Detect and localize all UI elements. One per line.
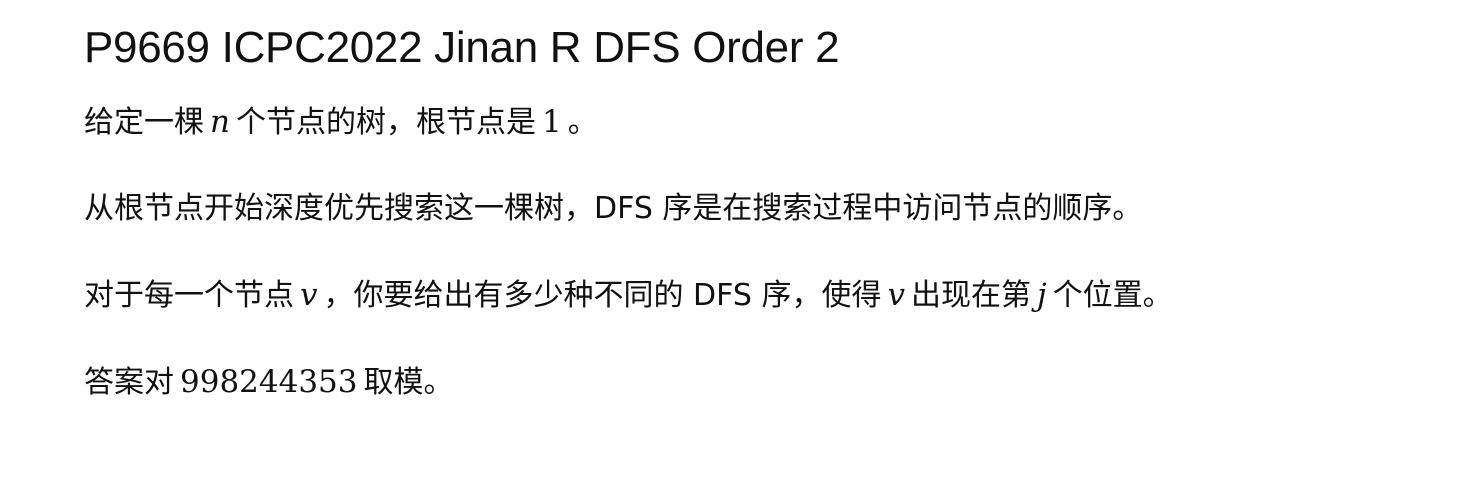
problem-statement: P9669 ICPC2022 Jinan R DFS Order 2 给定一棵 n… [84, 18, 1454, 449]
text-segment: 答案对 [84, 365, 174, 400]
text-segment: 。 [567, 105, 598, 140]
math-j: j [1036, 277, 1047, 313]
text-segment: 个节点的树，根节点是 [235, 105, 536, 140]
paragraph-dfs-order: 从根节点开始深度优先搜索这一棵树，DFS 序是在搜索过程中访问节点的顺序。 [84, 189, 1454, 229]
text-segment: ，你要给出有多少种不同的 DFS 序，使得 [323, 278, 882, 313]
paragraph-tree-definition: 给定一棵 n 个节点的树，根节点是 1。 [84, 102, 1454, 143]
math-v: v [887, 277, 905, 313]
text-segment: 从根节点开始深度优先搜索这一棵树，DFS 序是在搜索过程中访问节点的顺序。 [84, 191, 1143, 226]
text-segment: 个位置。 [1052, 278, 1173, 313]
paragraph-task: 对于每一个节点 v ，你要给出有多少种不同的 DFS 序，使得 v 出现在第 j 个位置。 [84, 275, 1454, 316]
problem-title: P9669 ICPC2022 Jinan R DFS Order 2 [84, 23, 840, 72]
math-modulus: 998244353 [180, 364, 358, 400]
math-v: v [300, 277, 318, 313]
text-segment: 出现在第 [910, 278, 1031, 313]
math-root: 1 [541, 104, 562, 140]
text-segment: 取模。 [363, 365, 454, 400]
text-segment: 对于每一个节点 [84, 278, 294, 313]
math-n: n [210, 104, 230, 140]
paragraph-modulo: 答案对 998244353 取模。 [84, 362, 1454, 403]
text-segment: 给定一棵 [84, 105, 204, 140]
